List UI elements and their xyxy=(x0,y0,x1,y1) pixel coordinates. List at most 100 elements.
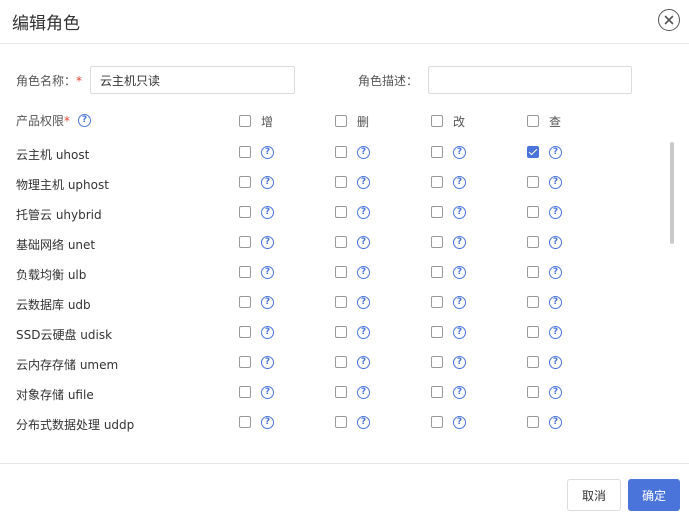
permission-checkbox[interactable] xyxy=(239,356,251,368)
operation-label: 删 xyxy=(357,115,370,129)
permission-help-icon[interactable]: ? xyxy=(453,296,466,309)
permission-checkbox[interactable] xyxy=(527,386,539,398)
permission-help-icon[interactable]: ? xyxy=(453,416,466,429)
permission-help-icon[interactable]: ? xyxy=(453,236,466,249)
select-all-checkbox-0[interactable] xyxy=(239,115,251,127)
permission-help-icon[interactable]: ? xyxy=(549,326,562,339)
permission-checkbox[interactable] xyxy=(431,266,443,278)
select-all-checkbox-3[interactable] xyxy=(527,115,539,127)
permission-checkbox[interactable] xyxy=(431,386,443,398)
permission-help-icon[interactable]: ? xyxy=(357,326,370,339)
permissions-label: 产品权限* xyxy=(16,112,70,129)
permission-checkbox[interactable] xyxy=(527,176,539,188)
role-name-input[interactable] xyxy=(90,66,295,94)
permission-help-icon[interactable]: ? xyxy=(549,266,562,279)
permission-checkbox[interactable] xyxy=(527,356,539,368)
permission-checkbox[interactable] xyxy=(239,296,251,308)
permission-help-icon[interactable]: ? xyxy=(453,386,466,399)
permission-help-icon[interactable]: ? xyxy=(357,176,370,189)
permission-checkbox[interactable] xyxy=(239,266,251,278)
permission-help-icon[interactable]: ? xyxy=(549,236,562,249)
scrollbar-thumb[interactable] xyxy=(670,142,674,244)
permission-help-icon[interactable]: ? xyxy=(261,326,274,339)
dialog-title: 编辑角色 xyxy=(12,14,80,34)
permission-help-icon[interactable]: ? xyxy=(549,176,562,189)
permission-checkbox[interactable] xyxy=(239,176,251,188)
permission-help-icon[interactable]: ? xyxy=(453,176,466,189)
permissions-help-icon[interactable]: ? xyxy=(78,114,91,127)
permission-help-icon[interactable]: ? xyxy=(453,146,466,159)
permission-help-icon[interactable]: ? xyxy=(357,266,370,279)
permission-checkbox[interactable] xyxy=(431,146,443,158)
permission-checkbox[interactable] xyxy=(431,206,443,218)
permission-checkbox[interactable] xyxy=(431,296,443,308)
permission-checkbox[interactable] xyxy=(431,236,443,248)
permission-help-icon[interactable]: ? xyxy=(261,206,274,219)
permission-help-icon[interactable]: ? xyxy=(261,266,274,279)
permission-checkbox[interactable] xyxy=(239,386,251,398)
permission-checkbox[interactable] xyxy=(335,326,347,338)
permission-help-icon[interactable]: ? xyxy=(453,326,466,339)
permission-checkbox[interactable] xyxy=(239,146,251,158)
permission-help-icon[interactable]: ? xyxy=(549,296,562,309)
permission-checkbox[interactable] xyxy=(431,416,443,428)
permission-help-icon[interactable]: ? xyxy=(261,176,274,189)
permission-help-icon[interactable]: ? xyxy=(549,146,562,159)
select-all-checkbox-2[interactable] xyxy=(431,115,443,127)
permission-checkbox[interactable] xyxy=(335,416,347,428)
permission-help-icon[interactable]: ? xyxy=(357,236,370,249)
permission-help-icon[interactable]: ? xyxy=(357,416,370,429)
permission-checkbox[interactable] xyxy=(335,386,347,398)
permission-checkbox[interactable] xyxy=(527,416,539,428)
permission-help-icon[interactable]: ? xyxy=(453,266,466,279)
permission-help-icon[interactable]: ? xyxy=(261,146,274,159)
permission-help-icon[interactable]: ? xyxy=(357,146,370,159)
role-desc-input[interactable] xyxy=(428,66,632,94)
permission-checkbox[interactable] xyxy=(527,326,539,338)
permission-help-icon[interactable]: ? xyxy=(549,416,562,429)
permission-checkbox[interactable] xyxy=(431,326,443,338)
permission-help-icon[interactable]: ? xyxy=(357,386,370,399)
permission-help-icon[interactable]: ? xyxy=(261,296,274,309)
permission-checkbox[interactable] xyxy=(335,356,347,368)
permission-checkbox[interactable] xyxy=(335,176,347,188)
permission-checkbox[interactable] xyxy=(239,326,251,338)
permission-help-icon[interactable]: ? xyxy=(357,296,370,309)
permission-help-icon[interactable]: ? xyxy=(261,236,274,249)
permission-checkbox[interactable] xyxy=(239,416,251,428)
permission-help-icon[interactable]: ? xyxy=(261,416,274,429)
permission-checkbox[interactable] xyxy=(335,296,347,308)
role-name-label-text: 角色名称： xyxy=(16,74,77,88)
permission-checkbox[interactable] xyxy=(527,206,539,218)
select-all-checkbox-1[interactable] xyxy=(335,115,347,127)
permission-help-icon[interactable]: ? xyxy=(549,386,562,399)
permission-help-icon[interactable]: ? xyxy=(453,206,466,219)
permission-checkbox[interactable] xyxy=(335,266,347,278)
permission-checkbox[interactable] xyxy=(527,266,539,278)
permission-checkbox[interactable] xyxy=(527,296,539,308)
product-label: SSD云硬盘 udisk xyxy=(16,328,113,342)
permission-checkbox[interactable] xyxy=(431,356,443,368)
permission-help-icon[interactable]: ? xyxy=(261,386,274,399)
permission-checkbox[interactable] xyxy=(239,206,251,218)
permission-help-icon[interactable]: ? xyxy=(357,206,370,219)
product-label: 负载均衡 ulb xyxy=(16,268,87,282)
permission-checkbox[interactable] xyxy=(527,236,539,248)
permission-help-icon[interactable]: ? xyxy=(261,356,274,369)
product-label: 云主机 uhost xyxy=(16,148,90,162)
permission-checkbox[interactable] xyxy=(431,176,443,188)
permission-checkbox[interactable] xyxy=(335,236,347,248)
permission-help-icon[interactable]: ? xyxy=(549,356,562,369)
confirm-button[interactable]: 确定 xyxy=(628,479,680,511)
close-icon xyxy=(664,15,674,25)
permission-checkbox[interactable] xyxy=(527,146,539,158)
permission-checkbox[interactable] xyxy=(335,206,347,218)
close-button[interactable] xyxy=(658,9,680,31)
required-mark: * xyxy=(76,74,83,88)
permission-help-icon[interactable]: ? xyxy=(357,356,370,369)
permission-checkbox[interactable] xyxy=(335,146,347,158)
permission-help-icon[interactable]: ? xyxy=(453,356,466,369)
permission-help-icon[interactable]: ? xyxy=(549,206,562,219)
permission-checkbox[interactable] xyxy=(239,236,251,248)
cancel-button[interactable]: 取消 xyxy=(567,479,621,511)
